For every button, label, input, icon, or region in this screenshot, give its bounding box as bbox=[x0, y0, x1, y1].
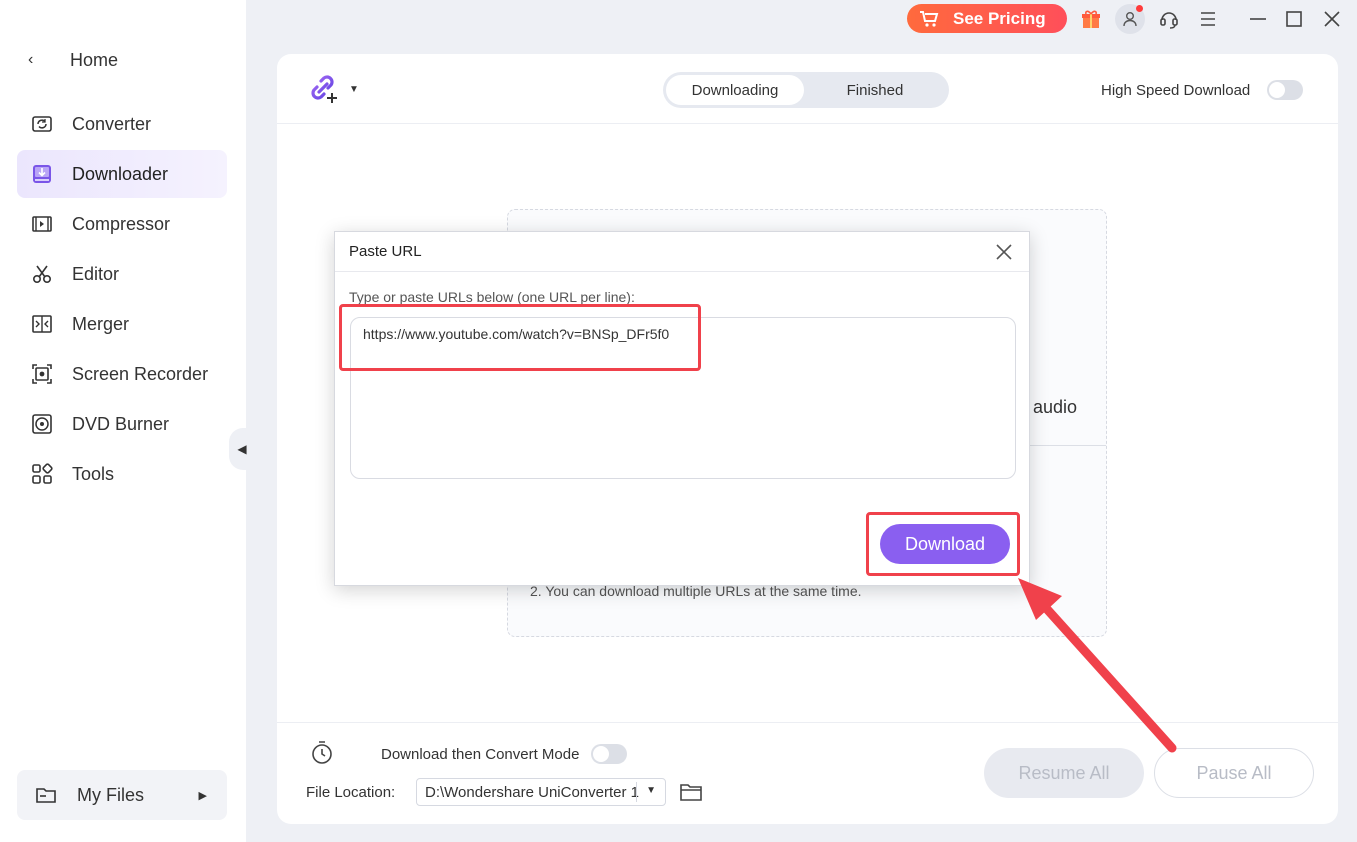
annotation-arrow bbox=[1018, 578, 1177, 753]
